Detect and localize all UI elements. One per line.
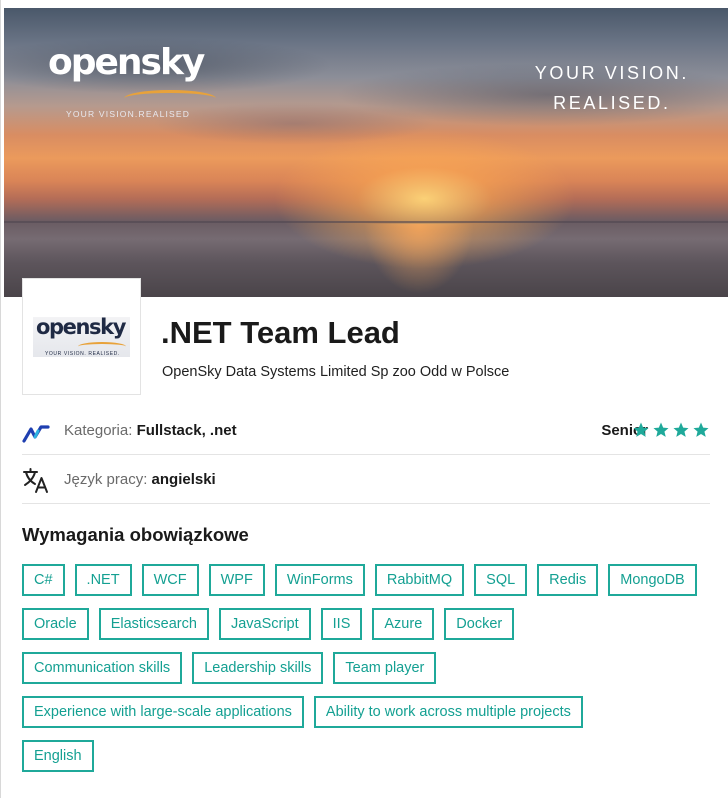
company-name[interactable]: OpenSky Data Systems Limited Sp zoo Odd …: [162, 364, 509, 380]
skill-chip[interactable]: .NET: [74, 564, 132, 596]
skill-chip[interactable]: Team player: [333, 652, 437, 684]
skill-chip[interactable]: WPF: [208, 564, 265, 596]
skill-chip[interactable]: Oracle: [22, 608, 89, 640]
skill-chip[interactable]: WCF: [141, 564, 199, 596]
requirements-list: C# .NET WCF WPF WinForms RabbitMQ SQL Re…: [22, 564, 722, 784]
skill-chip[interactable]: C#: [22, 564, 65, 596]
dotnet-icon: [22, 425, 50, 443]
skill-chip[interactable]: IIS: [320, 608, 363, 640]
requirements-title: Wymagania obowiązkowe: [22, 524, 249, 545]
seniority-stars: [632, 421, 710, 439]
skill-chip[interactable]: Experience with large-scale applications: [22, 696, 304, 728]
language-text: Język pracy: angielski: [64, 471, 216, 488]
translate-icon: [23, 468, 48, 493]
chip-row: C# .NET WCF WPF WinForms RabbitMQ SQL Re…: [22, 564, 722, 596]
skill-chip[interactable]: Leadership skills: [192, 652, 324, 684]
skill-chip[interactable]: Docker: [444, 608, 515, 640]
star-icon: [633, 422, 649, 437]
chip-row: English: [22, 740, 722, 772]
job-title: .NET Team Lead: [161, 315, 400, 350]
star-icon: [653, 422, 669, 437]
language-label: Język pracy:: [64, 471, 148, 488]
language-row: Język pracy: angielski: [22, 456, 710, 504]
skill-chip[interactable]: JavaScript: [218, 608, 311, 640]
banner-sun-reflection: [364, 224, 474, 294]
skill-chip[interactable]: SQL: [474, 564, 528, 596]
banner-tagline: YOUR VISION. REALISED.: [535, 58, 689, 118]
chip-row: Communication skills Leadership skills T…: [22, 652, 722, 684]
language-value: angielski: [151, 471, 216, 488]
banner-horizon: [4, 221, 728, 223]
skill-chip[interactable]: Redis: [537, 564, 599, 596]
job-offer-page: opensky YOUR VISION.REALISED YOUR VISION…: [0, 0, 728, 798]
category-text: Kategoria: Fullstack, .net: [64, 422, 237, 439]
star-icon: [673, 422, 689, 437]
skill-chip[interactable]: Ability to work across multiple projects: [313, 696, 583, 728]
skill-chip[interactable]: MongoDB: [608, 564, 697, 596]
company-logo[interactable]: opensky YOUR VISION. REALISED.: [22, 278, 141, 395]
banner-logo-tagline: YOUR VISION.REALISED: [66, 109, 191, 119]
banner-tagline-line1: YOUR VISION.: [534, 63, 689, 83]
skill-chip[interactable]: RabbitMQ: [374, 564, 465, 596]
skill-chip[interactable]: WinForms: [274, 564, 365, 596]
skill-chip[interactable]: Azure: [372, 608, 435, 640]
category-value: Fullstack, .net: [136, 422, 237, 439]
category-row: Kategoria: Fullstack, .net Senior: [22, 407, 710, 455]
banner-logo: opensky: [48, 42, 205, 83]
chip-row: Oracle Elasticsearch JavaScript IIS Azur…: [22, 608, 722, 640]
chip-row: Experience with large-scale applications…: [22, 696, 722, 728]
skill-chip[interactable]: Communication skills: [22, 652, 183, 684]
skill-chip[interactable]: Elasticsearch: [98, 608, 209, 640]
company-logo-text: opensky: [36, 315, 126, 339]
banner-logo-swoosh: [124, 90, 216, 107]
company-logo-swoosh: [78, 342, 126, 351]
skill-chip[interactable]: English: [22, 740, 94, 772]
category-label: Kategoria:: [64, 422, 133, 439]
company-logo-tagline: YOUR VISION. REALISED.: [45, 351, 120, 357]
banner-tagline-line2: REALISED.: [553, 93, 671, 113]
star-icon: [693, 422, 709, 437]
company-banner: opensky YOUR VISION.REALISED YOUR VISION…: [4, 8, 728, 297]
